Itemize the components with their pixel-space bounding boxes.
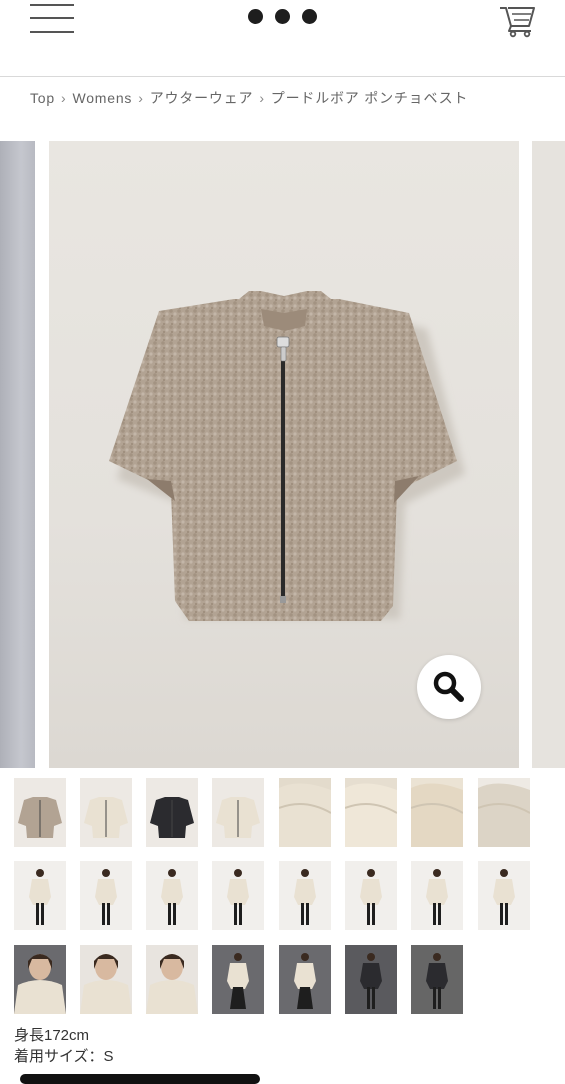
- hamburger-menu-icon[interactable]: [30, 4, 74, 34]
- thumbnail-model-ivory-full-2[interactable]: [212, 861, 264, 930]
- thumbnail-ivory-hem-detail[interactable]: [411, 778, 463, 847]
- thumbnail-ivory-flat[interactable]: [80, 778, 132, 847]
- model-info: 身長172cm 着用サイズ：S: [14, 1025, 114, 1067]
- thumbnail-ivory-sleeve-detail[interactable]: [345, 778, 397, 847]
- zoom-button[interactable]: [417, 655, 481, 719]
- thumbnail-model-ivory-front[interactable]: [14, 861, 66, 930]
- thumbnail-model-ivory-skirt[interactable]: [212, 945, 264, 1014]
- thumbnail-model-black-full[interactable]: [411, 945, 463, 1014]
- thumbnail-ivory-flat-2[interactable]: [212, 778, 264, 847]
- thumbnail-ivory-lining-detail[interactable]: [478, 778, 530, 847]
- thumbnail-model-ivory-collar[interactable]: [146, 945, 198, 1014]
- thumbnail-model-ivory-full-4[interactable]: [345, 861, 397, 930]
- shopping-cart-icon[interactable]: [498, 2, 538, 38]
- chevron-right-icon: ›: [60, 90, 67, 106]
- thumbnail-model-ivory-side[interactable]: [411, 861, 463, 930]
- thumbnail-model-ivory-open[interactable]: [80, 861, 132, 930]
- header: [0, 0, 565, 77]
- thumbnail-ivory-collar-detail[interactable]: [279, 778, 331, 847]
- thumbnail-model-ivory-skirt-2[interactable]: [279, 945, 331, 1014]
- magnifier-icon: [433, 671, 464, 702]
- previous-slide[interactable]: [0, 141, 35, 768]
- breadcrumb-current-product: プードルボア ポンチョベスト: [270, 90, 469, 106]
- model-size: 着用サイズ：S: [14, 1048, 114, 1065]
- chevron-right-icon: ›: [138, 90, 144, 106]
- thumbnail-model-black-front[interactable]: [345, 945, 397, 1014]
- thumbnail-model-ivory-crop[interactable]: [14, 945, 66, 1014]
- breadcrumb: Top › Womens › アウターウェア › プードルボア ポンチョベスト: [30, 88, 468, 108]
- model-height: 身長172cm: [14, 1027, 90, 1044]
- thumbnail-black-flat[interactable]: [146, 778, 198, 847]
- add-to-cart-bar[interactable]: [20, 1074, 260, 1084]
- breadcrumb-top[interactable]: Top: [30, 90, 55, 106]
- thumbnail-model-ivory-full-1[interactable]: [146, 861, 198, 930]
- thumbnail-mocha-flat[interactable]: [14, 778, 66, 847]
- breadcrumb-outerwear[interactable]: アウターウェア: [150, 90, 254, 106]
- next-slide[interactable]: [532, 141, 565, 768]
- brand-logo[interactable]: [248, 9, 320, 25]
- thumbnail-model-ivory-closeup[interactable]: [80, 945, 132, 1014]
- thumbnail-model-ivory-full-3[interactable]: [279, 861, 331, 930]
- breadcrumb-womens[interactable]: Womens: [72, 90, 132, 106]
- thumbnail-model-ivory-back[interactable]: [478, 861, 530, 930]
- chevron-right-icon: ›: [259, 90, 265, 106]
